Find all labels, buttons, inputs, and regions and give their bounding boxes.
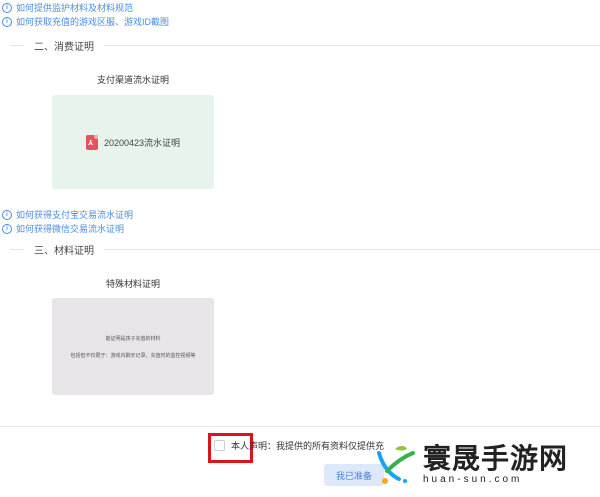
divider: [104, 249, 600, 250]
help-link-game-server-screenshot[interactable]: i 如何获取充值的游戏区服、游戏ID截图: [2, 15, 169, 28]
site-watermark: 寰晟手游网 huan-sun.com: [373, 441, 568, 487]
sample-text-line: 包括但不仅限于：游戏内聊天记录，充值时的监控视频等: [70, 353, 196, 359]
info-icon: i: [2, 16, 12, 27]
help-link-alipay-statement[interactable]: i 如何获得支付宝交易流水证明: [2, 208, 133, 221]
watermark-url: huan-sun.com: [423, 473, 523, 485]
watermark-text-block: 寰晟手游网 huan-sun.com: [423, 441, 569, 485]
section-heading-text: 三、材料证明: [34, 246, 94, 257]
pdf-file-icon: ⅄: [85, 134, 98, 150]
section-heading-text: 二、消费证明: [34, 42, 94, 53]
divider: [10, 249, 24, 250]
info-icon: i: [2, 223, 12, 234]
help-link-label: 如何提供监护材料及材料规范: [16, 3, 134, 13]
watermark-logo-icon: [373, 441, 419, 487]
help-link-guardian-materials[interactable]: i 如何提供监护材料及材料规范: [2, 1, 133, 14]
info-icon: i: [2, 209, 12, 220]
footer-divider: [0, 426, 600, 427]
section-heading-consumption-proof: 二、消费证明: [10, 38, 600, 53]
upload-card-payment-record[interactable]: ⅄ 20200423流水证明: [52, 95, 214, 189]
help-link-wechat-statement[interactable]: i 如何获得微信交易流水证明: [2, 222, 124, 235]
help-link-label: 如何获得支付宝交易流水证明: [16, 210, 134, 220]
declaration-checkbox[interactable]: [214, 440, 225, 451]
divider: [104, 45, 600, 46]
divider: [10, 45, 24, 46]
help-link-label: 如何获取充值的游戏区服、游戏ID截图: [16, 17, 170, 27]
help-link-label: 如何获得微信交易流水证明: [16, 224, 125, 234]
info-icon: i: [2, 2, 12, 13]
section-heading-material-proof: 三、材料证明: [10, 242, 600, 257]
submit-button-label: 我已准备: [335, 470, 372, 481]
uploaded-file-name: 20200423流水证明: [103, 137, 181, 148]
upload-card-special-material[interactable]: 能证明是孩子充值的材料 包括但不仅限于：游戏内聊天记录，充值时的监控视频等: [52, 298, 214, 395]
sample-text-line: 能证明是孩子充值的材料: [105, 336, 161, 342]
upload-title-special-material: 特殊材料证明: [105, 279, 160, 289]
watermark-title: 寰晟手游网: [423, 441, 569, 475]
declaration-text: 本人声明：我提供的所有资料仅提供充: [231, 441, 385, 451]
upload-title-payment-record: 支付渠道流水证明: [96, 75, 169, 85]
